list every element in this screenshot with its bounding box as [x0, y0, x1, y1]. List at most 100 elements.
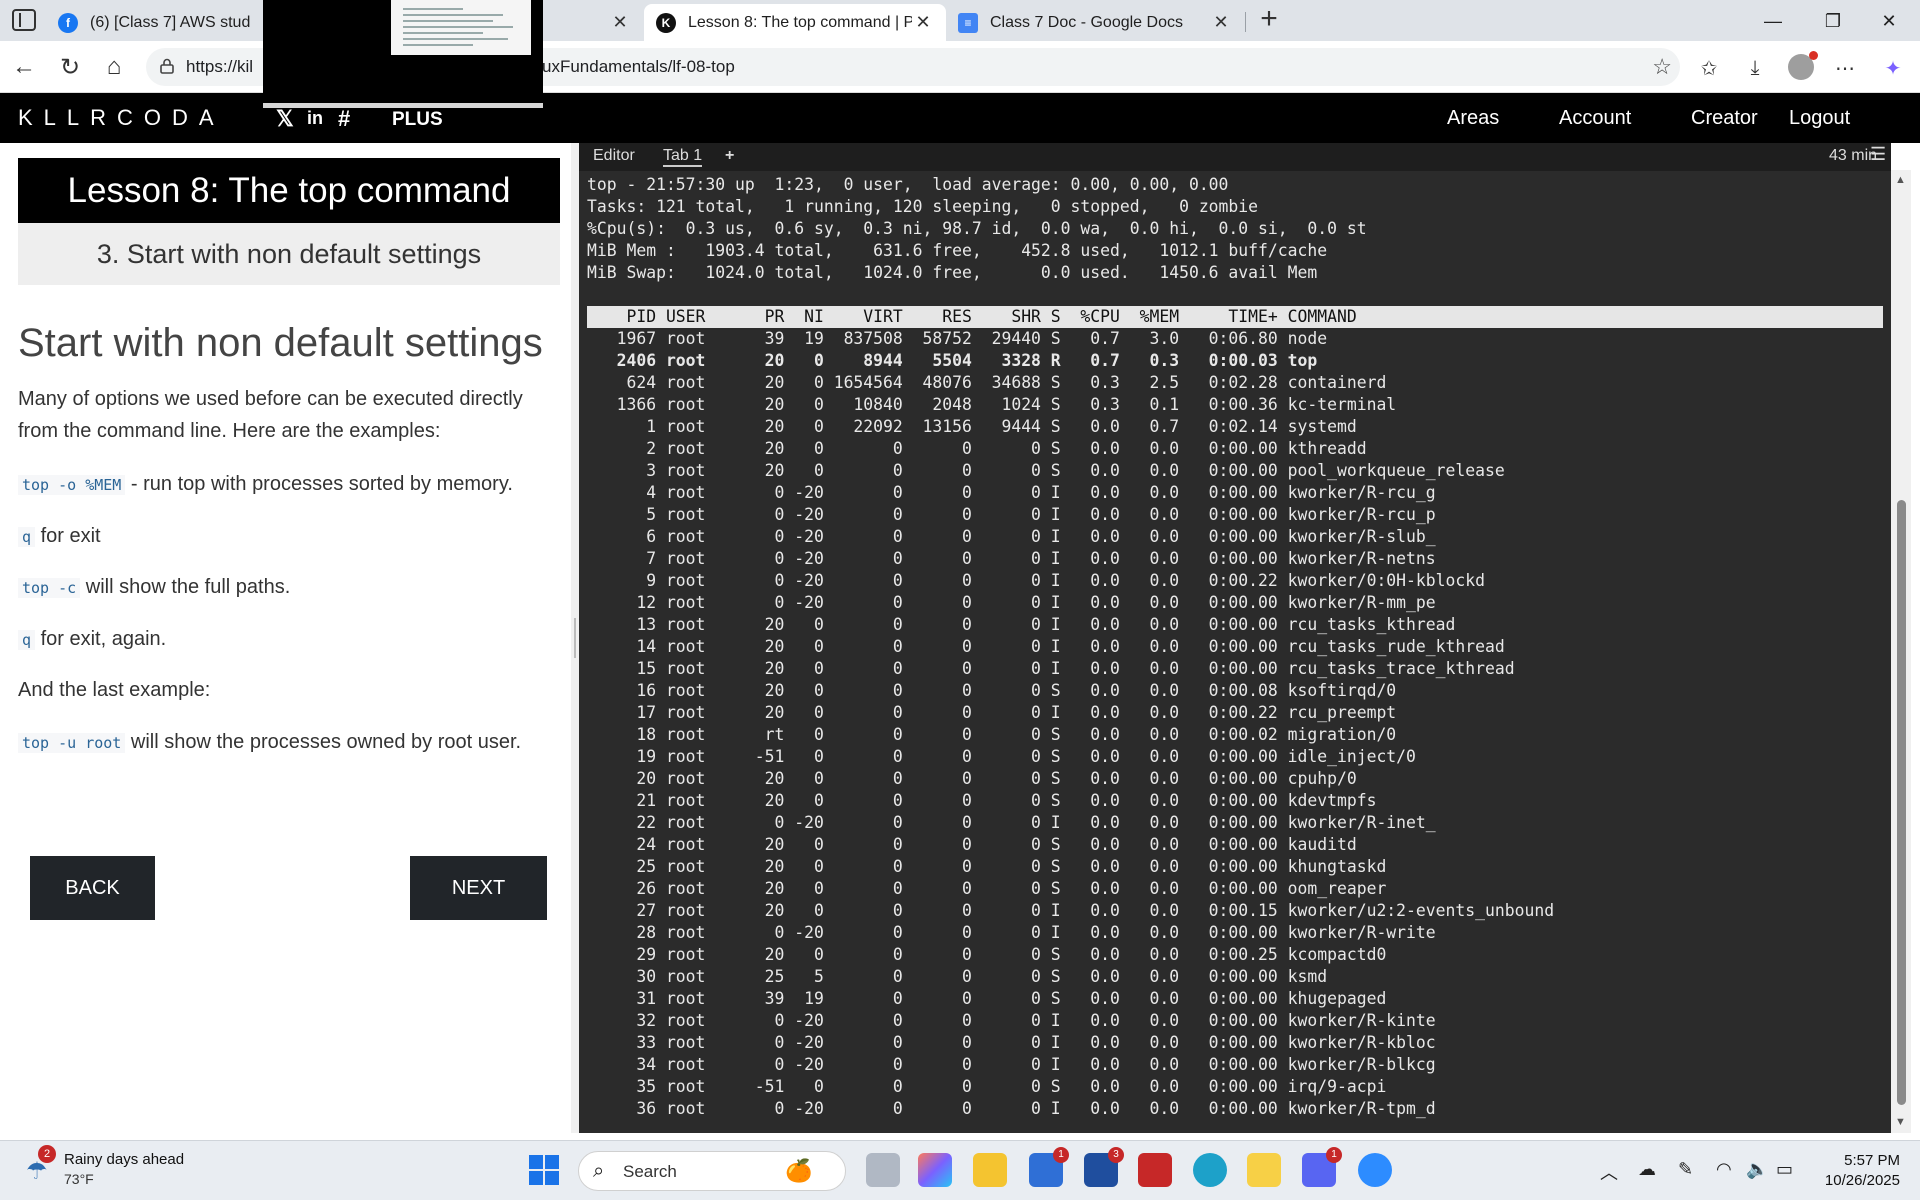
download-icon[interactable]: ⤓: [1740, 53, 1770, 83]
top-summary-line: Tasks: 121 total, 1 running, 120 sleepin…: [587, 197, 1259, 216]
close-icon[interactable]: ✕: [912, 12, 934, 33]
url-text-left: https://kil: [186, 57, 254, 76]
copilot-icon[interactable]: ✦: [1878, 53, 1908, 83]
process-row: 6 root 0 -20 0 0 0 I 0.0 0.0 0:00.00 kwo…: [587, 527, 1436, 546]
cloud-icon[interactable]: ☁: [1638, 1159, 1656, 1180]
lock-icon: [160, 58, 174, 74]
terminal-pane[interactable]: Editor Tab 1 + 43 min ☰ top - 21:57:30 u…: [579, 143, 1891, 1133]
instruction-1: top -o %MEM - run top with processes sor…: [18, 468, 513, 501]
file-explorer-icon[interactable]: [973, 1153, 1007, 1187]
tab-actions-icon[interactable]: [12, 9, 36, 31]
tab-lesson-8[interactable]: K Lesson 8: The top command | Paw ✕: [644, 4, 946, 41]
windows-start-icon[interactable]: [529, 1155, 559, 1185]
close-icon[interactable]: ✕: [1210, 12, 1232, 33]
notification-badge: 1: [1326, 1147, 1342, 1163]
instruction-5: And the last example:: [18, 674, 210, 706]
killercoda-logo[interactable]: KLLRCODA: [18, 105, 225, 131]
process-row: 35 root -51 0 0 0 0 S 0.0 0.0 0:00.00 ir…: [587, 1077, 1387, 1096]
system-clock[interactable]: 5:57 PM 10/26/2025: [1790, 1151, 1900, 1191]
show-hidden-icons[interactable]: ︿: [1600, 1159, 1618, 1185]
tab-aws-student[interactable]: f (6) [Class 7] AWS student-: [46, 4, 262, 41]
code-snippet: q: [18, 527, 36, 547]
search-icon: ⌕: [593, 1160, 605, 1182]
close-icon[interactable]: ✕: [609, 12, 631, 33]
process-row: 32 root 0 -20 0 0 0 I 0.0 0.0 0:00.00 kw…: [587, 1011, 1436, 1030]
mcafee-icon[interactable]: [1138, 1153, 1172, 1187]
tab-terminal-1[interactable]: Tab 1: [663, 147, 703, 167]
pane-resize-handle[interactable]: [571, 143, 579, 1133]
process-row: 2406 root 20 0 8944 5504 3328 R 0.7 0.3 …: [587, 351, 1318, 370]
nav-logout[interactable]: Logout: [1789, 107, 1850, 130]
back-arrow-icon[interactable]: ←: [8, 51, 40, 83]
profile-avatar[interactable]: [1788, 51, 1818, 80]
facebook-icon: f: [58, 12, 78, 33]
wifi-icon[interactable]: ◠: [1716, 1159, 1732, 1180]
pen-icon[interactable]: ✎: [1678, 1159, 1693, 1180]
process-row: 24 root 20 0 0 0 0 S 0.0 0.0 0:00.00 kau…: [587, 835, 1357, 854]
discord-icon[interactable]: 1: [1302, 1147, 1342, 1187]
close-window-icon[interactable]: ✕: [1866, 6, 1912, 36]
taskbar-search[interactable]: ⌕ Search 🍊: [578, 1151, 846, 1191]
nav-account[interactable]: Account: [1559, 107, 1631, 130]
process-row: 33 root 0 -20 0 0 0 I 0.0 0.0 0:00.00 kw…: [587, 1033, 1436, 1052]
linkedin-icon[interactable]: in: [307, 108, 323, 129]
process-row: 22 root 0 -20 0 0 0 I 0.0 0.0 0:00.00 kw…: [587, 813, 1436, 832]
home-icon[interactable]: ⌂: [98, 51, 130, 83]
process-row: 12 root 0 -20 0 0 0 I 0.0 0.0 0:00.00 kw…: [587, 593, 1436, 612]
tab-google-docs[interactable]: ≡ Class 7 Doc - Google Docs ✕: [946, 4, 1244, 41]
hamburger-menu-icon[interactable]: ☰: [1870, 144, 1886, 165]
scrollbar-thumb[interactable]: [1897, 500, 1906, 1105]
store-icon[interactable]: 1: [1029, 1147, 1069, 1187]
back-button[interactable]: BACK: [30, 856, 155, 920]
instruction-text: will show the processes owned by root us…: [125, 731, 522, 753]
zoom-icon[interactable]: [1358, 1153, 1392, 1187]
restore-icon[interactable]: ❐: [1810, 6, 1856, 36]
add-tab-button[interactable]: +: [725, 147, 734, 165]
sticky-notes-icon[interactable]: [1247, 1153, 1281, 1187]
volume-icon[interactable]: 🔈: [1746, 1159, 1768, 1180]
weather-temp: 73°F: [64, 1171, 94, 1187]
notification-badge: 1: [1053, 1147, 1069, 1163]
slack-icon[interactable]: #: [338, 106, 350, 132]
process-row: 30 root 25 5 0 0 0 S 0.0 0.0 0:00.00 ksm…: [587, 967, 1328, 986]
terminal-output[interactable]: top - 21:57:30 up 1:23, 0 user, load ave…: [587, 174, 1883, 1120]
next-button[interactable]: NEXT: [410, 856, 547, 920]
process-row: 34 root 0 -20 0 0 0 I 0.0 0.0 0:00.00 kw…: [587, 1055, 1436, 1074]
tab-aws-student-close-area[interactable]: ✕: [543, 4, 643, 41]
notification-badge: 3: [1108, 1147, 1124, 1163]
nav-creator[interactable]: Creator: [1691, 107, 1758, 130]
more-menu-icon[interactable]: ⋯: [1830, 53, 1860, 83]
process-row: 28 root 0 -20 0 0 0 I 0.0 0.0 0:00.00 kw…: [587, 923, 1436, 942]
tab-title: (6) [Class 7] AWS student-: [90, 13, 250, 31]
tab-title: Lesson 8: The top command | Paw: [688, 13, 912, 31]
refresh-icon[interactable]: ↻: [54, 51, 86, 83]
favorites-icon[interactable]: ✩: [1694, 53, 1724, 83]
instruction-6: top -u root will show the processes owne…: [18, 726, 521, 759]
process-row: 3 root 20 0 0 0 0 S 0.0 0.0 0:00.00 pool…: [587, 461, 1505, 480]
instruction-2: q for exit: [18, 520, 101, 553]
scroll-down-icon[interactable]: ▼: [1895, 1116, 1906, 1128]
scroll-up-icon[interactable]: ▲: [1895, 174, 1906, 186]
code-snippet: top -c: [18, 578, 81, 598]
edge-icon[interactable]: [1193, 1153, 1227, 1187]
process-table-header: PID USER PR NI VIRT RES SHR S %CPU %MEM …: [587, 306, 1883, 328]
process-row: 25 root 20 0 0 0 0 S 0.0 0.0 0:00.00 khu…: [587, 857, 1387, 876]
copilot-app-icon[interactable]: [918, 1153, 952, 1187]
process-row: 1366 root 20 0 10840 2048 1024 S 0.3 0.1…: [587, 395, 1397, 414]
x-icon[interactable]: 𝕏: [276, 106, 294, 132]
instruction-3: top -c will show the full paths.: [18, 571, 290, 604]
new-tab-button[interactable]: +: [1254, 2, 1284, 36]
task-view-icon[interactable]: [866, 1153, 900, 1187]
minimize-icon[interactable]: —: [1750, 6, 1796, 36]
l-app-icon[interactable]: 3: [1084, 1147, 1124, 1187]
favorite-star-icon[interactable]: ☆: [1652, 54, 1672, 80]
terminal-scrollbar[interactable]: ▲ ▼: [1891, 170, 1911, 1133]
video-overlay[interactable]: [263, 0, 543, 108]
code-snippet: q: [18, 630, 36, 650]
page-edge: [1911, 143, 1920, 1133]
nav-areas[interactable]: Areas: [1447, 107, 1499, 130]
tab-editor[interactable]: Editor: [593, 147, 635, 165]
process-row: 31 root 39 19 0 0 0 S 0.0 0.0 0:00.00 kh…: [587, 989, 1387, 1008]
instruction-text: will show the full paths.: [80, 576, 291, 598]
plus-link[interactable]: PLUS: [392, 109, 443, 131]
